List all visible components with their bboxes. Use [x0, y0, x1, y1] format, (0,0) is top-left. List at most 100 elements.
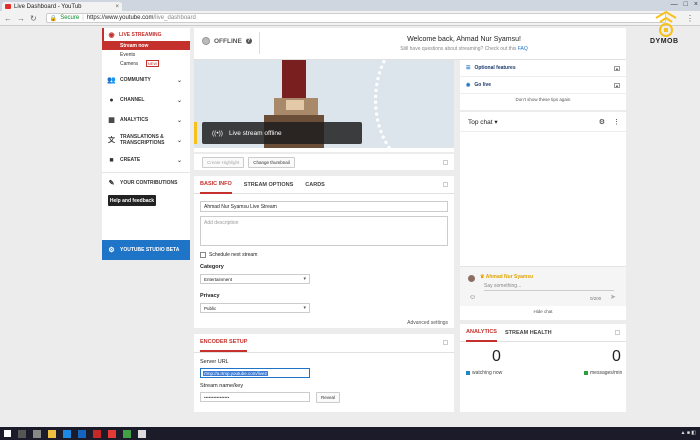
youtube-studio-beta-button[interactable]: ⚙ YOUTUBE STUDIO BETA: [102, 240, 190, 260]
chrome-icon[interactable]: [123, 429, 131, 438]
send-icon[interactable]: ➤: [610, 293, 616, 301]
app-icon[interactable]: [93, 429, 101, 438]
sidebar-item-events[interactable]: Events: [102, 50, 190, 59]
chat-input[interactable]: Say something...: [484, 283, 521, 289]
sidebar-live-streaming[interactable]: ◉ LIVE STREAMING: [102, 28, 190, 41]
go-live-label: Go live: [474, 82, 492, 88]
lock-icon: 🔒: [49, 15, 58, 22]
chevron-down-icon: ⌄: [176, 137, 182, 144]
live-chat-panel: Top chat ▾ ⚙ ⋮ ♛ Ahmad Nur Syamsu Say so…: [460, 112, 626, 320]
server-url-label: Server URL: [200, 359, 229, 365]
tab-cards[interactable]: CARDS: [305, 176, 325, 194]
chat-input-area: ♛ Ahmad Nur Syamsu Say something... ☺ 0/…: [460, 266, 626, 306]
tab-close-icon[interactable]: ×: [115, 4, 119, 10]
start-icon[interactable]: [4, 430, 11, 437]
messages-legend-icon: [584, 371, 588, 375]
sidebar-item-create[interactable]: ■ CREATE ⌄: [102, 150, 190, 170]
optional-features-row[interactable]: ☰ Optional features ▲: [460, 60, 626, 77]
optional-features-label: Optional features: [474, 65, 516, 71]
url-path: /live_dashboard: [153, 15, 196, 21]
expand-icon[interactable]: ▲: [614, 82, 620, 88]
sidebar-live-streaming-label: LIVE STREAMING: [119, 31, 162, 38]
chat-input-underline: [484, 290, 614, 291]
schedule-checkbox[interactable]: [200, 252, 206, 258]
reload-icon[interactable]: ↻: [30, 14, 37, 23]
maximize-button[interactable]: □: [684, 1, 688, 8]
system-tray: ▲ ■ ◧: [680, 430, 696, 436]
create-highlight-button[interactable]: Create Highlight: [202, 156, 245, 168]
status-dot-icon: [202, 37, 210, 45]
more-options-icon[interactable]: ⋮: [613, 118, 620, 126]
stream-key-input[interactable]: ••••••••••••••••: [200, 392, 310, 402]
search-icon[interactable]: [18, 429, 26, 438]
emoji-icon[interactable]: ☺: [469, 294, 476, 301]
description-input[interactable]: Add description: [200, 216, 448, 246]
schedule-checkbox-row[interactable]: Schedule next stream: [200, 252, 257, 258]
reveal-button[interactable]: Reveal: [316, 392, 341, 403]
sidebar-item-translations[interactable]: 文 TRANSLATIONS & TRANSCRIPTIONS ⌄: [102, 130, 190, 150]
url-input[interactable]: 🔒 Secure | https://www.youtube.com/live_…: [45, 13, 666, 23]
sidebar-item-contributions[interactable]: ✎ YOUR CONTRIBUTIONS: [102, 175, 190, 191]
address-bar-row: ← → ↻ 🔒 Secure | https://www.youtube.com…: [0, 11, 700, 26]
sidebar-item-camera[interactable]: Camera NEW: [102, 59, 190, 68]
watching-label-text: watching now: [472, 370, 503, 376]
tab-encoder-setup[interactable]: ENCODER SETUP: [200, 334, 248, 352]
edge-icon[interactable]: [63, 429, 71, 438]
dismiss-tips-link[interactable]: Don't show these tips again: [460, 94, 626, 102]
back-arrow-icon[interactable]: ←: [4, 14, 12, 23]
drag-handle-icon[interactable]: [443, 182, 448, 187]
video-preview[interactable]: ((•)) Live stream offline: [194, 60, 454, 148]
category-value: Entertainment: [204, 276, 233, 282]
faq-link[interactable]: FAQ: [518, 46, 528, 52]
tab-stream-health[interactable]: STREAM HEALTH: [505, 324, 552, 342]
app-icon[interactable]: [138, 429, 146, 438]
sidebar-item-channel[interactable]: ● CHANNEL ⌄: [102, 90, 190, 110]
basic-info-card: BASIC INFO STREAM OPTIONS CARDS Ahmad Nu…: [194, 176, 454, 328]
advanced-settings-link[interactable]: Advanced settings: [407, 320, 448, 326]
hide-chat-button[interactable]: Hide chat: [460, 306, 626, 314]
help-icon[interactable]: ?: [245, 38, 252, 44]
tab-stream-options[interactable]: STREAM OPTIONS: [244, 176, 294, 194]
word-icon[interactable]: [78, 429, 86, 438]
chevron-down-icon: ⌄: [176, 117, 182, 124]
pdf-icon[interactable]: [108, 429, 116, 438]
sidebar-item-community[interactable]: 👥 COMMUNITY ⌄: [102, 70, 190, 90]
question-text: Still have questions about streaming? Ch…: [400, 46, 518, 52]
expand-icon[interactable]: ▲: [614, 65, 620, 71]
status-text: OFFLINE: [214, 37, 242, 45]
windows-taskbar: ▲ ■ ◧: [0, 427, 700, 440]
avatar: [468, 275, 475, 282]
broadcast-icon: ◉: [466, 82, 471, 88]
minimize-button[interactable]: —: [671, 1, 678, 8]
tab-analytics[interactable]: ANALYTICS: [466, 324, 497, 342]
chevron-down-icon: ⌄: [176, 77, 182, 84]
top-chat-selector[interactable]: Top chat ▾: [468, 118, 498, 126]
close-window-button[interactable]: ×: [694, 1, 698, 8]
change-thumbnail-button[interactable]: Change thumbnail: [248, 156, 295, 168]
forward-arrow-icon[interactable]: →: [17, 14, 25, 23]
contributions-icon: ✎: [108, 180, 115, 187]
drag-handle-icon[interactable]: [443, 340, 448, 345]
category-select[interactable]: Entertainment ▾: [200, 274, 310, 284]
drag-handle-icon[interactable]: [443, 159, 448, 165]
chevron-down-icon: ⌄: [176, 97, 182, 104]
server-url-input[interactable]: rtmp://a.rtmp.youtube.com/live2: [200, 368, 310, 378]
overlay-accent: [194, 122, 197, 144]
go-live-row[interactable]: ◉ Go live ▲: [460, 77, 626, 94]
chat-messages: [460, 132, 626, 266]
info-tabs: BASIC INFO STREAM OPTIONS CARDS: [194, 176, 454, 194]
gear-icon[interactable]: ⚙: [599, 118, 605, 126]
chat-title: Top chat: [468, 118, 493, 126]
help-feedback-button[interactable]: Help and feedback: [108, 195, 156, 206]
task-view-icon[interactable]: [33, 429, 41, 438]
sidebar-item-analytics[interactable]: ▦ ANALYTICS ⌄: [102, 110, 190, 130]
file-explorer-icon[interactable]: [48, 429, 56, 438]
tab-basic-info[interactable]: BASIC INFO: [200, 176, 232, 194]
title-input[interactable]: Ahmad Nur Syamsu Live Stream: [200, 201, 448, 212]
secure-label: Secure: [60, 15, 80, 21]
sidebar-item-stream-now[interactable]: Stream now: [102, 41, 190, 50]
browser-tab[interactable]: Live Dashboard - YouTub ×: [2, 2, 122, 11]
drag-handle-icon[interactable]: [615, 330, 620, 335]
people-icon: 👥: [107, 77, 116, 84]
privacy-select[interactable]: Public ▾: [200, 303, 310, 313]
